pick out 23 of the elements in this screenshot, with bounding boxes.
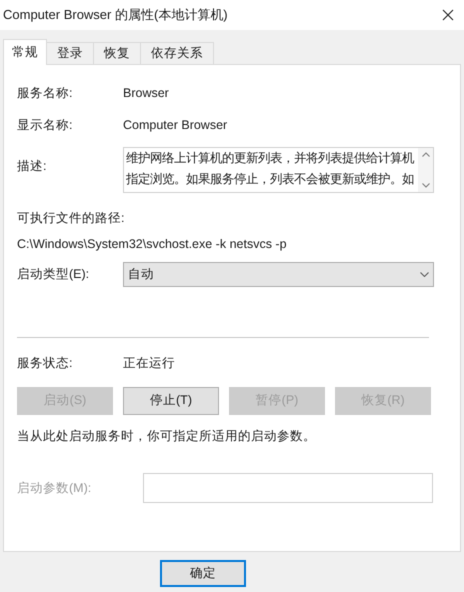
service-control-button[interactable]: 停止(T) <box>123 386 219 414</box>
field-label: 启动参数(M): <box>17 480 92 497</box>
path-value: C:\Windows\System32\svchost.exe -k netsvcs -p <box>17 236 288 253</box>
field-label: 服务名称: <box>17 84 74 102</box>
ok-button[interactable]: 确定 <box>160 560 246 587</box>
field-label: 启动类型(E): <box>17 266 90 283</box>
scroll-up-icon[interactable] <box>422 152 430 157</box>
field-label: 服务状态: <box>17 355 74 372</box>
field-value: Computer Browser <box>123 116 228 134</box>
tab[interactable]: 依存关系 <box>140 42 214 64</box>
chevron-down-icon <box>420 272 429 276</box>
tab[interactable]: 常规 <box>3 39 47 65</box>
close-icon[interactable] <box>442 9 454 21</box>
scroll-down-icon[interactable] <box>422 183 430 188</box>
field-label: 显示名称: <box>17 116 74 134</box>
hint-text: 当从此处启动服务时，你可指定所适用的启动参数。 <box>17 428 317 444</box>
field-label: 描述: <box>17 158 48 175</box>
window-title: Computer Browser 的属性(本地计算机) <box>3 6 228 24</box>
startup-type-dropdown[interactable]: 自动 <box>123 262 434 286</box>
field-value: Browser <box>123 84 169 102</box>
path-label: 可执行文件的路径: <box>17 210 126 227</box>
description-text: 维护网络上计算机的更新列表，并将列表提供给计算机指定浏览。如果服务停止，列表不会被更新或维护。如 <box>125 150 416 188</box>
field-value: 正在运行 <box>123 355 175 372</box>
